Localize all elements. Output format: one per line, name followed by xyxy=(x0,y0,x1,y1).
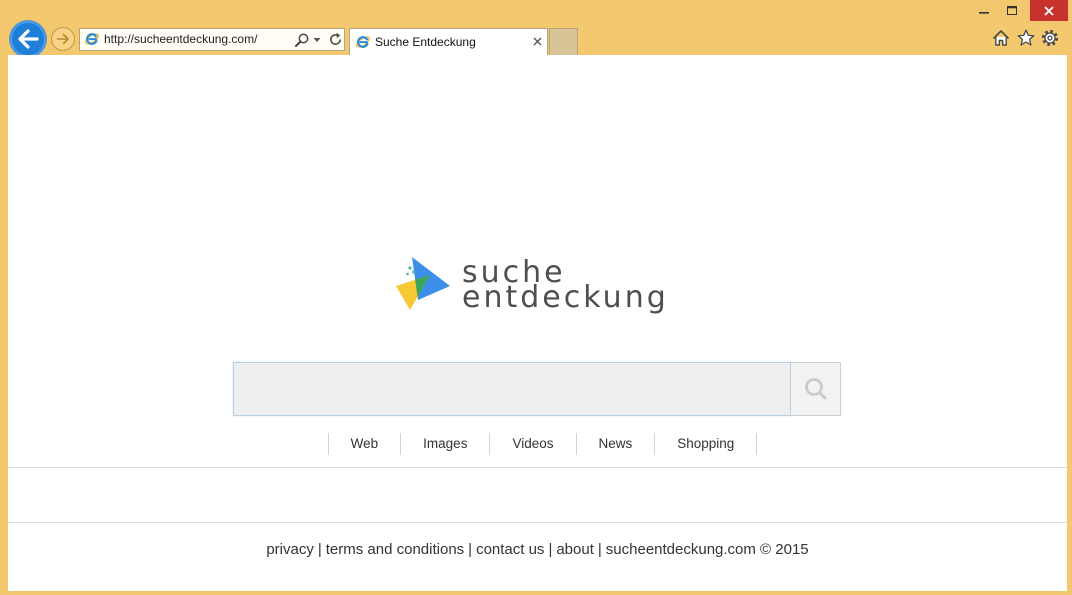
page-content: suche entdeckung Web Images Videos News … xyxy=(8,55,1067,591)
star-icon[interactable] xyxy=(1017,29,1035,47)
tab-title: Suche Entdeckung xyxy=(375,35,476,49)
footer: privacy | terms and conditions | contact us |… xyxy=(8,541,1067,559)
footer-separator: | xyxy=(317,541,322,558)
close-icon[interactable] xyxy=(532,36,543,47)
minimize-button[interactable] xyxy=(970,0,998,21)
logo-icon xyxy=(396,257,450,310)
search-button[interactable] xyxy=(791,362,841,416)
tab-suche-entdeckung[interactable]: Suche Entdeckung xyxy=(349,28,548,55)
minimize-icon xyxy=(979,11,989,14)
forward-arrow-icon xyxy=(56,33,69,45)
gear-icon[interactable] xyxy=(1041,29,1059,47)
footer-separator: | xyxy=(548,541,553,558)
magnifier-icon xyxy=(804,378,826,400)
ie-icon xyxy=(356,36,370,48)
footer-separator: | xyxy=(597,541,602,558)
maximize-icon xyxy=(1007,5,1017,15)
nav-videos[interactable]: Videos xyxy=(489,433,575,455)
back-button[interactable] xyxy=(10,21,46,57)
chevron-down-icon[interactable] xyxy=(313,36,321,44)
nav-images[interactable]: Images xyxy=(400,433,489,455)
footer-link-privacy[interactable]: privacy xyxy=(266,541,314,558)
divider xyxy=(8,522,1067,523)
divider xyxy=(8,467,1067,468)
ie-icon xyxy=(85,33,99,45)
footer-link-contact[interactable]: contact us xyxy=(476,541,544,558)
home-icon[interactable] xyxy=(992,29,1010,47)
refresh-icon[interactable] xyxy=(328,32,343,47)
footer-link-about[interactable]: about xyxy=(556,541,594,558)
address-bar[interactable]: http://sucheentdeckung.com/ xyxy=(79,28,345,51)
maximize-button[interactable] xyxy=(998,0,1026,21)
back-arrow-icon xyxy=(18,29,39,49)
footer-separator: | xyxy=(468,541,473,558)
search-input[interactable] xyxy=(233,362,791,416)
footer-link-terms[interactable]: terms and conditions xyxy=(326,541,464,558)
close-window-button[interactable] xyxy=(1030,0,1068,21)
footer-copyright: sucheentdeckung.com © 2015 xyxy=(605,541,809,558)
nav-news[interactable]: News xyxy=(575,433,655,455)
address-url[interactable]: http://sucheentdeckung.com/ xyxy=(104,29,257,50)
nav-shopping[interactable]: Shopping xyxy=(654,433,758,455)
search-icon[interactable] xyxy=(294,32,310,48)
search-category-nav: Web Images Videos News Shopping xyxy=(13,433,1067,455)
new-tab-button[interactable] xyxy=(549,28,578,55)
close-icon xyxy=(1044,5,1054,16)
forward-button[interactable] xyxy=(51,27,75,51)
nav-web[interactable]: Web xyxy=(327,433,401,455)
logo-line-2: entdeckung xyxy=(462,280,669,315)
logo-wordmark: suche entdeckung xyxy=(462,258,669,315)
